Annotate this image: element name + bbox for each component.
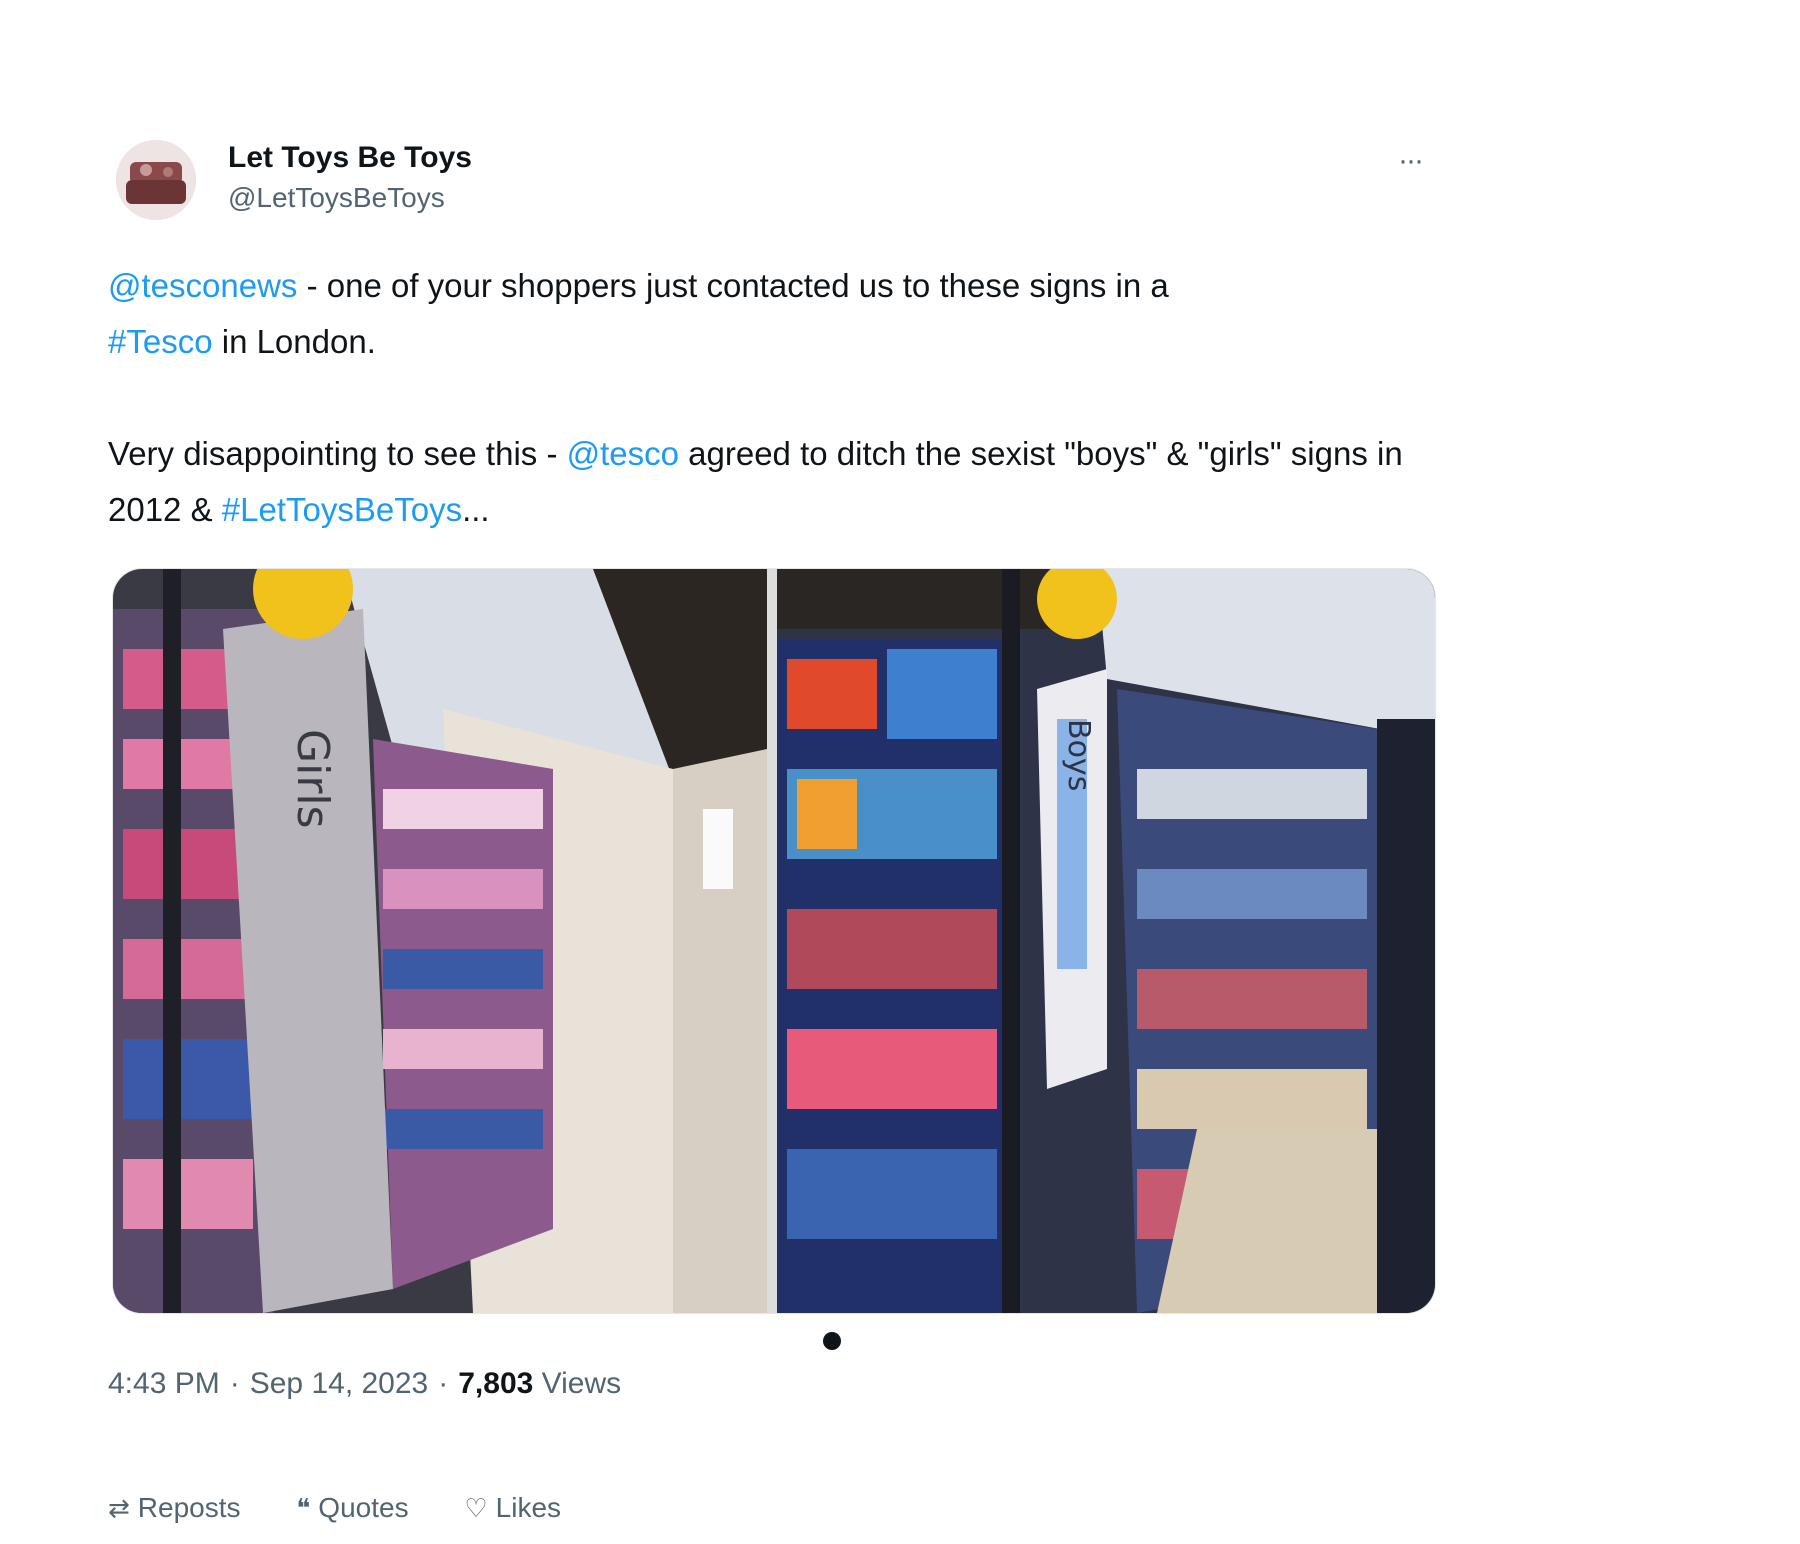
avatar[interactable] <box>116 140 196 220</box>
tweet-paragraph-2: Very disappointing to see this - @tesco … <box>108 426 1438 538</box>
tweet-media[interactable]: Girls Boys <box>112 568 1436 1314</box>
hashtag-link[interactable]: #Tesco <box>108 323 213 360</box>
likes-label: Likes <box>495 1492 562 1523</box>
views-count: 7,803 <box>458 1367 534 1400</box>
quote-icon: ❝ <box>296 1493 311 1523</box>
mention-link[interactable]: @tesco <box>567 435 679 472</box>
ellipsis-icon[interactable]: ··· <box>1386 146 1434 176</box>
tweet-text-segment: Very disappointing to see this - <box>108 435 567 472</box>
aisle-sign-text: Girls <box>287 729 338 829</box>
store-aisle-photo: Boys <box>777 569 1435 1313</box>
tweet-text-ellipsis: ... <box>462 491 490 528</box>
mention-link[interactable]: @tesconews <box>108 267 297 304</box>
reposts-label: Reposts <box>137 1492 241 1523</box>
store-aisle-photo: Girls <box>113 569 767 1313</box>
carousel-dot <box>823 1332 841 1350</box>
tweet-text-segment: - one of your shoppers just contacted us… <box>297 267 1169 304</box>
heart-icon: ♡ <box>464 1493 488 1523</box>
meta-separator: · <box>229 1367 240 1400</box>
author-display-name[interactable]: Let Toys Be Toys <box>228 138 472 178</box>
views-label: Views <box>541 1367 622 1400</box>
tweet-text-segment: in London. <box>212 323 376 360</box>
tweet-paragraph-1: @tesconews - one of your shoppers just c… <box>108 258 1438 370</box>
photo-right[interactable]: Boys <box>777 569 1435 1313</box>
quotes-label: Quotes <box>318 1492 409 1523</box>
photo-left[interactable]: Girls <box>113 569 767 1313</box>
author-names: Let Toys Be Toys @LetToysBeToys <box>228 138 472 218</box>
tweet-meta: 4:43 PM · Sep 14, 2023 · 7,803 Views <box>108 1364 621 1404</box>
repost-icon: ⇄ <box>108 1493 130 1523</box>
tweet-text: @tesconews - one of your shoppers just c… <box>108 258 1438 594</box>
likes-button[interactable]: ♡ Likes <box>464 1488 561 1528</box>
hashtag-link[interactable]: #LetToysBeToys <box>222 491 462 528</box>
avatar-image <box>116 140 196 220</box>
meta-separator: · <box>438 1367 449 1400</box>
quotes-button[interactable]: ❝ Quotes <box>296 1488 408 1528</box>
tweet-card[interactable]: Let Toys Be Toys @LetToysBeToys ··· @tes… <box>108 128 1438 1544</box>
reposts-button[interactable]: ⇄ Reposts <box>108 1488 241 1528</box>
tweet-actions: ⇄ Reposts ❝ Quotes ♡ Likes <box>108 1488 609 1528</box>
tweet-time[interactable]: 4:43 PM <box>108 1367 220 1400</box>
aisle-sign-text: Boys <box>1061 719 1096 791</box>
tweet-header: Let Toys Be Toys @LetToysBeToys ··· <box>108 128 1438 228</box>
author-handle[interactable]: @LetToysBeToys <box>228 178 472 218</box>
tweet-date[interactable]: Sep 14, 2023 <box>250 1367 429 1400</box>
